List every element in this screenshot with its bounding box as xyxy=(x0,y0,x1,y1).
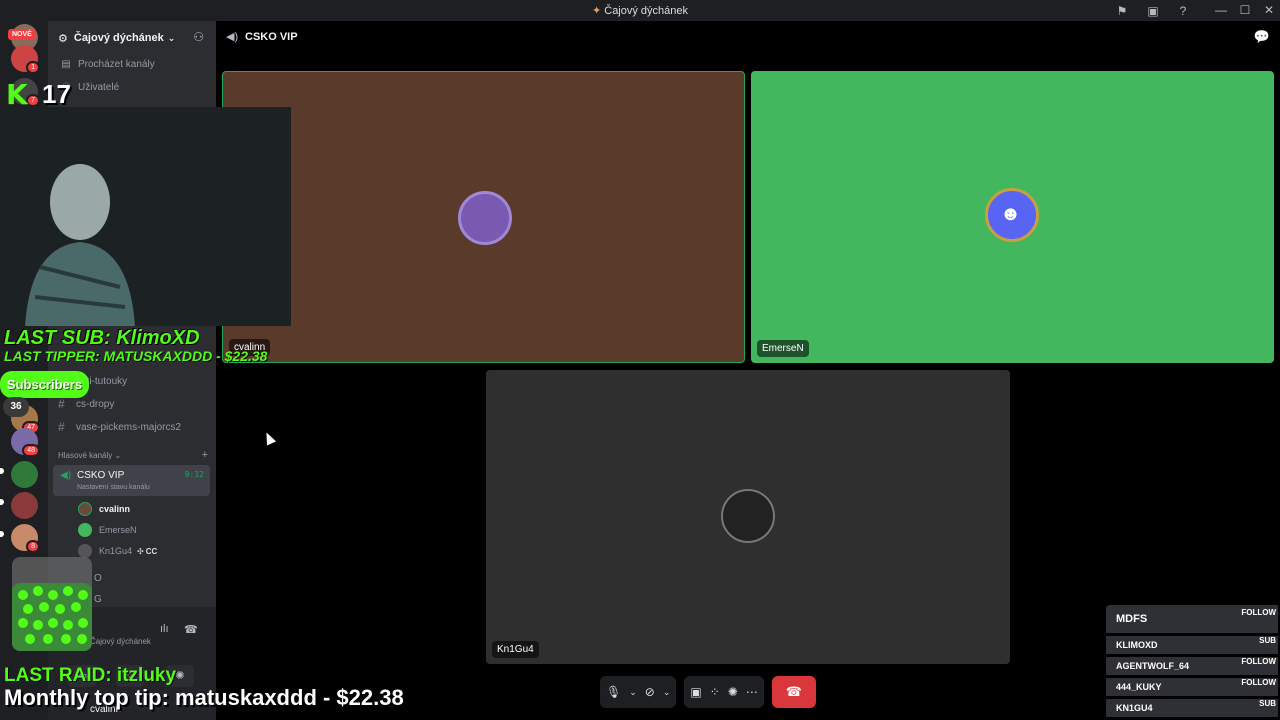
voice-category[interactable]: Hlasové kanály ⌄ + xyxy=(58,449,208,461)
guild-header[interactable]: ⚙ Čajový dýchánek ⌄ ⚇ xyxy=(48,21,216,55)
event-row: KLIMOXD SUB xyxy=(1106,636,1278,654)
user-status: Čajový dýchánek xyxy=(90,637,151,646)
streamer-webcam xyxy=(25,164,135,326)
kick-logo: K xyxy=(6,78,28,111)
avatar xyxy=(78,502,92,516)
hangup-button[interactable]: ☎ xyxy=(771,676,816,708)
inbox-icon[interactable]: ⚑ xyxy=(1114,3,1130,19)
browse-channels[interactable]: ▤ Procházet kanály xyxy=(58,59,154,70)
unread-pill xyxy=(0,499,4,505)
screen-share-icon[interactable]: ▣ xyxy=(690,685,701,699)
server-icon[interactable] xyxy=(11,461,38,488)
call-controls: 🎙 ⌄ ⊘ ⌄ ▣ ⁘ ✺ ⋯ ☎ xyxy=(600,676,816,708)
close-button[interactable]: ✕ xyxy=(1259,2,1279,18)
call-timer: 9:12 xyxy=(184,470,204,479)
avatar xyxy=(721,489,775,543)
last-raid: LAST RAID: itzluky xyxy=(4,665,177,686)
server-icon: ✦ xyxy=(591,5,602,17)
browse-icon: ▤ xyxy=(61,59,71,70)
voice-user[interactable]: cvalinn xyxy=(78,502,130,516)
guild-badge-icon: ⚙ xyxy=(58,32,68,45)
speaker-icon: ◀) xyxy=(60,470,72,481)
tile-label: Kn1Gu4 xyxy=(492,641,539,658)
call-header: ◀) CSKO VIP 💬 xyxy=(216,21,1280,53)
voice-channel-name: CSKO VIP xyxy=(77,470,125,481)
tile-label: EmerseN xyxy=(757,340,809,357)
share-group: ▣ ⁘ ✺ ⋯ xyxy=(684,676,764,708)
help-icon[interactable]: ? xyxy=(1175,3,1191,19)
guild-name: Čajový dýchánek xyxy=(73,32,164,44)
chevron-down-icon[interactable]: ⌄ xyxy=(629,687,637,698)
new-badge: NOVÉ xyxy=(8,29,36,40)
title-bar: ✦ Čajový dýchánek ⚑ ▣ ? — ☐ ✕ xyxy=(0,0,1280,21)
speaker-icon: ◀) xyxy=(226,31,239,43)
mic-group: 🎙 ⌄ ⊘ ⌄ xyxy=(600,676,677,708)
last-tipper: LAST TIPPER: MATUSKAXDDD - $22.38 xyxy=(4,348,268,364)
unread-pill xyxy=(0,468,4,474)
video-tile-kn1gu4[interactable]: Kn1Gu4 xyxy=(486,370,1010,664)
unread-badge: 1 xyxy=(26,61,40,74)
server-icon[interactable] xyxy=(11,492,38,519)
unread-badge: 8 xyxy=(26,540,40,553)
avatar xyxy=(458,191,512,245)
add-channel-icon[interactable]: + xyxy=(202,449,208,461)
subscribers-count: 36 xyxy=(3,397,29,417)
channel-item[interactable]: # cs-dropy xyxy=(58,397,114,411)
activities-icon[interactable]: ⁘ xyxy=(710,685,720,699)
last-sub: LAST SUB: KlimoXD xyxy=(4,327,200,349)
hash-icon: # xyxy=(58,397,65,411)
chevron-down-icon: ⌄ xyxy=(167,32,176,43)
voice-user[interactable]: EmerseN xyxy=(78,523,137,537)
panel-header: MDFS FOLLOW xyxy=(1106,605,1278,633)
minimize-button[interactable]: — xyxy=(1211,2,1231,18)
soundboard-icon[interactable]: ✺ xyxy=(728,685,738,699)
recent-events-panel: MDFS FOLLOW KLIMOXD SUB AGENTWOLF_64 FOL… xyxy=(1106,605,1278,717)
event-row: KN1GU4 SUB xyxy=(1106,699,1278,717)
invite-icon[interactable]: ⚇ xyxy=(193,30,204,44)
channel-item[interactable]: # vase-pickems-majorcs2 xyxy=(58,420,181,434)
event-row: AGENTWOLF_64 FOLLOW xyxy=(1106,657,1278,675)
webcam-overlay xyxy=(0,107,291,326)
hash-icon: # xyxy=(58,420,65,434)
maximize-button[interactable]: ☐ xyxy=(1235,2,1255,18)
screen-icon[interactable]: ▣ xyxy=(1145,3,1161,19)
unread-pill xyxy=(0,531,4,537)
viewer-count: 17 xyxy=(42,79,71,109)
window-title: ✦ Čajový dýchánek xyxy=(591,5,689,17)
microphone-icon[interactable]: 🎙 xyxy=(606,685,621,699)
server-icon[interactable]: 8 xyxy=(11,524,40,553)
avatar xyxy=(78,523,92,537)
video-tile-emersen[interactable]: ☻ EmerseN xyxy=(751,71,1274,363)
disconnect-icon[interactable]: ☎ xyxy=(184,623,198,636)
monthly-top-tip: Monthly top tip: matuskaxddd - $22.38 xyxy=(4,685,404,710)
camera-off-icon[interactable]: ⊘ xyxy=(645,685,655,699)
avatar: ☻ xyxy=(985,188,1039,242)
voice-channel-active[interactable]: ◀) CSKO VIP Nastavení stavu kanálu 9:12 xyxy=(53,465,210,496)
unread-badge: 7 xyxy=(26,94,40,107)
video-tile-cvalinn[interactable]: cvalinn xyxy=(222,71,745,363)
sub-jar-widget xyxy=(12,557,92,651)
channel-status[interactable]: Nastavení stavu kanálu xyxy=(77,484,150,491)
chat-icon[interactable]: 💬 xyxy=(1254,29,1270,45)
activity-tag: CC xyxy=(145,546,158,556)
unread-badge: 48 xyxy=(22,444,40,457)
activity-icon: ✣ xyxy=(137,546,144,556)
event-row: 444_KUKY FOLLOW xyxy=(1106,678,1278,696)
server-icon[interactable]: 48 xyxy=(11,428,40,457)
more-icon[interactable]: ⋯ xyxy=(746,685,758,699)
subscribers-badge: Subscribers xyxy=(0,371,89,398)
channel-title: CSKO VIP xyxy=(245,31,298,43)
soundboard-icon[interactable]: ılı xyxy=(160,623,169,635)
discord-logo-icon: ☻ xyxy=(1000,203,1022,225)
server-icon[interactable]: 1 xyxy=(11,45,40,74)
chevron-down-icon[interactable]: ⌄ xyxy=(663,687,671,698)
